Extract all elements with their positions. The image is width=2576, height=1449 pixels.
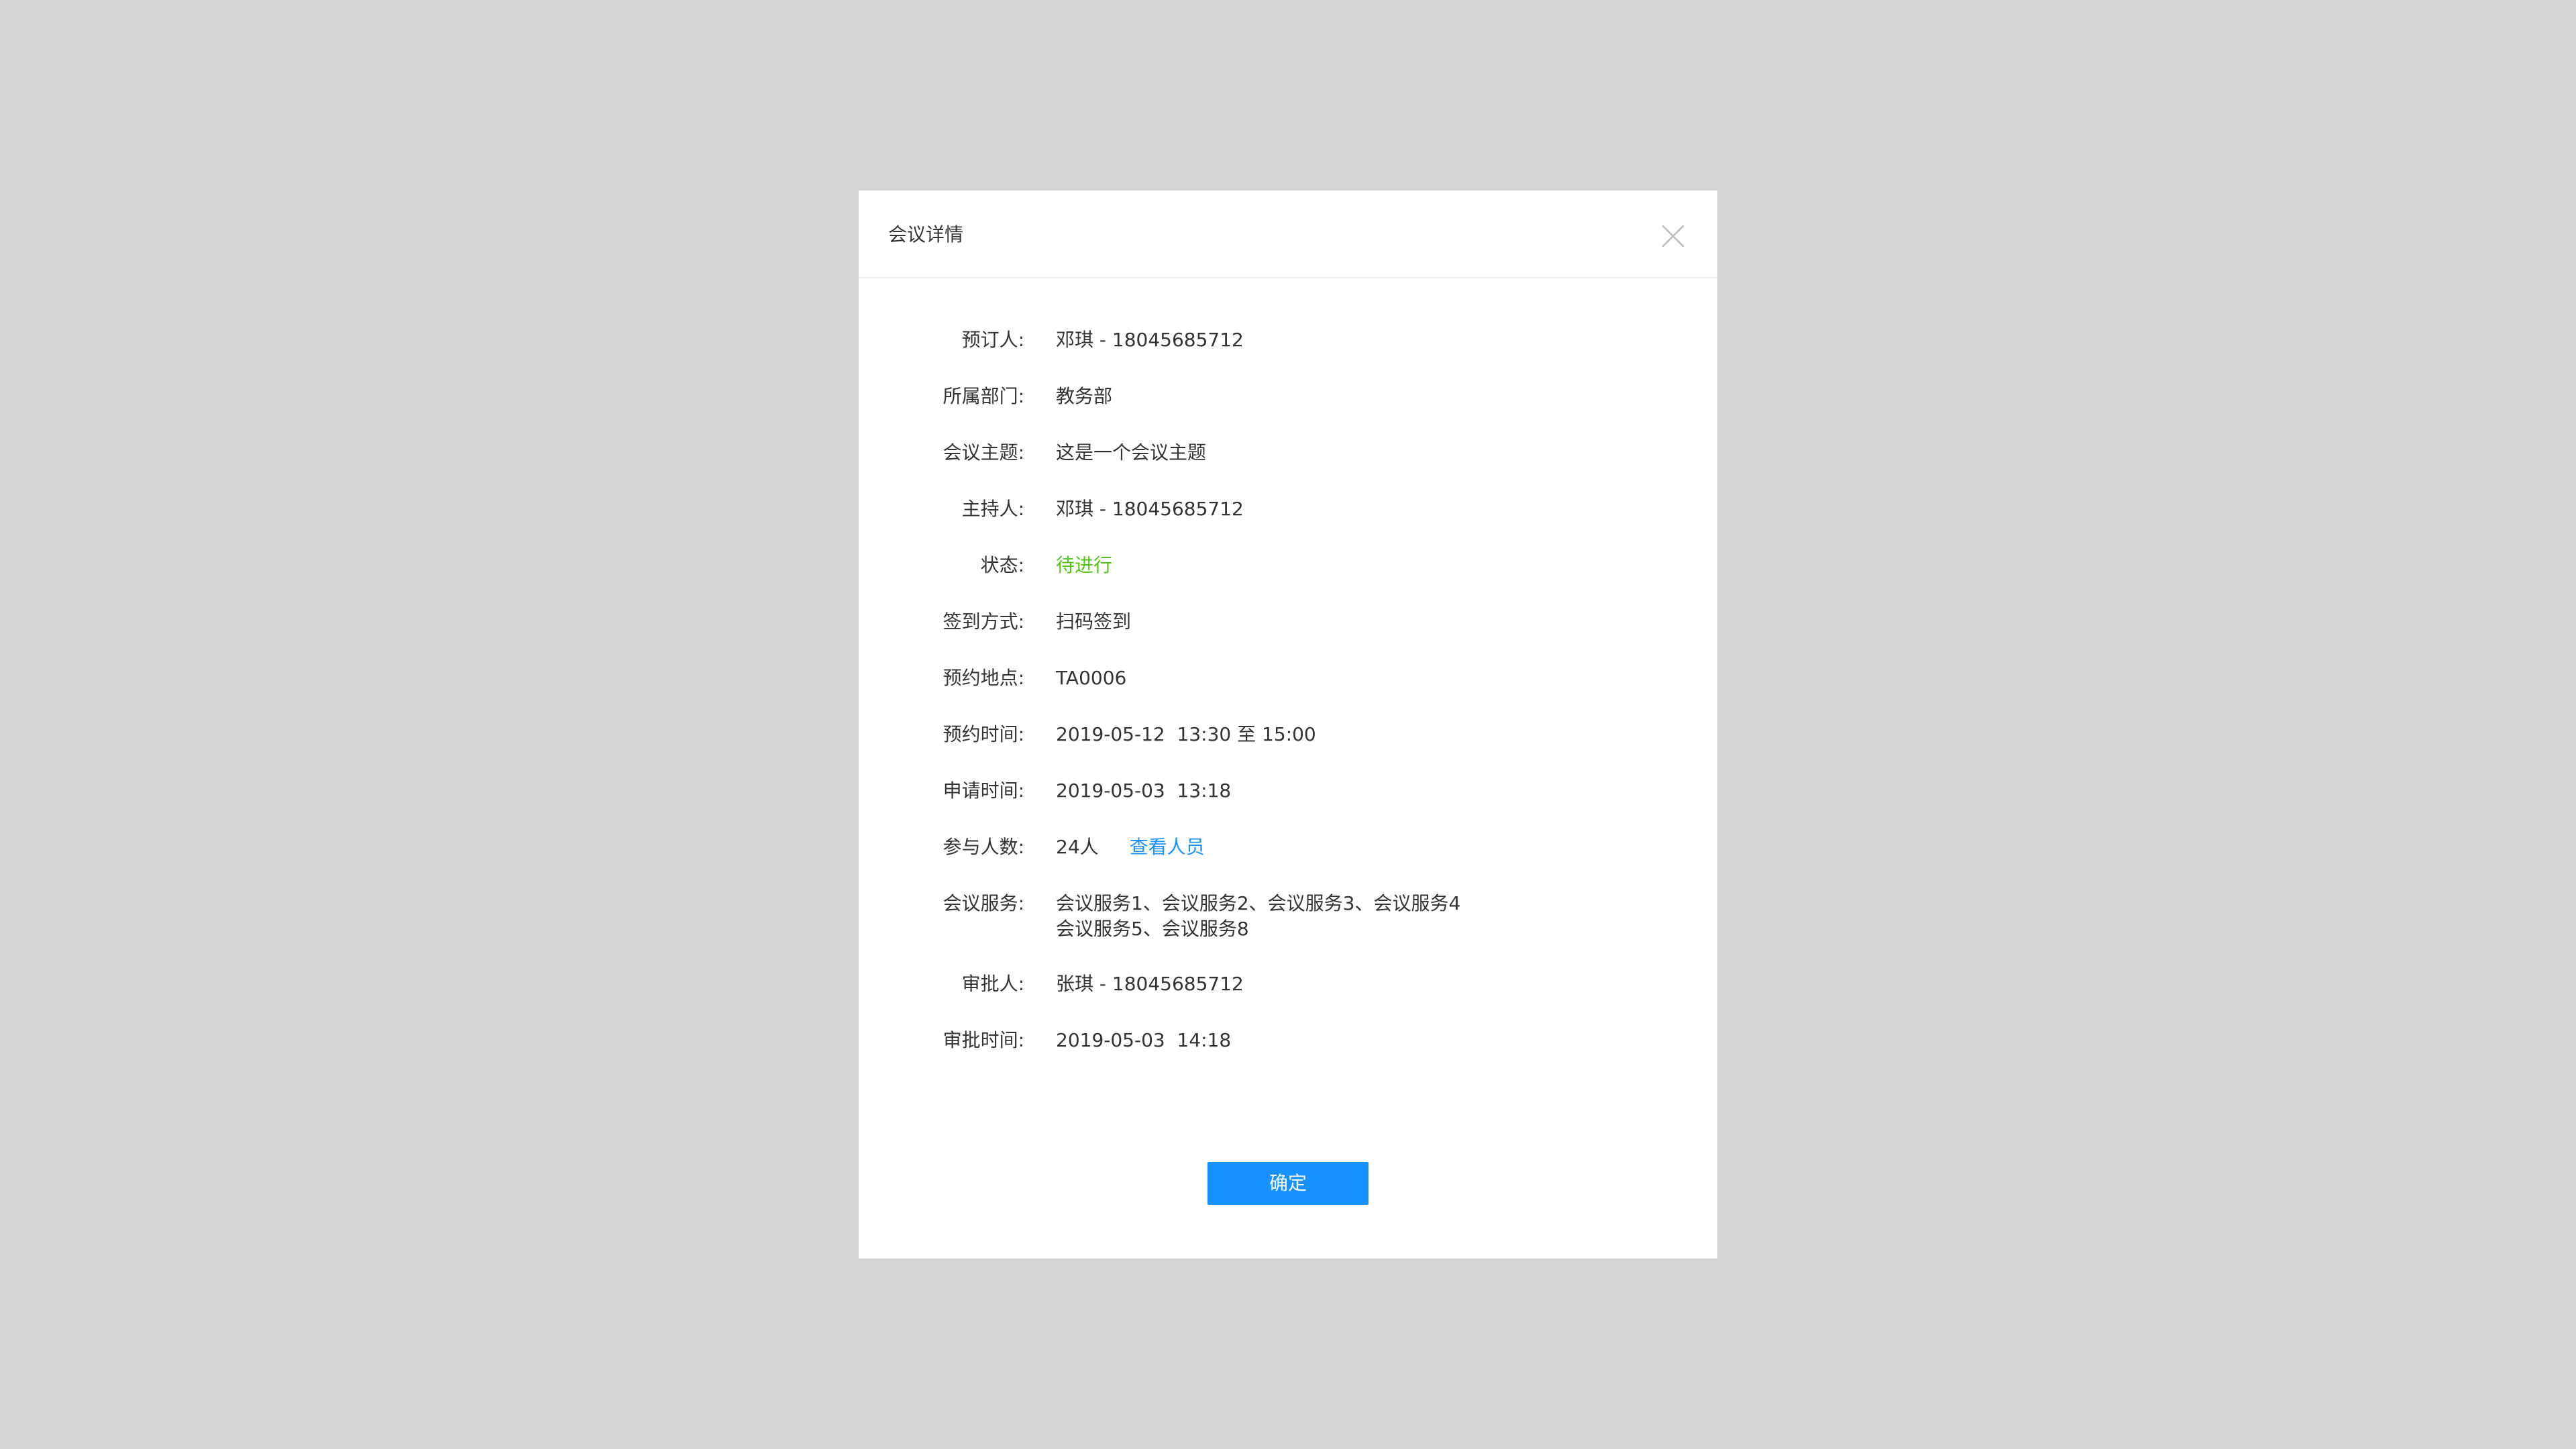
dialog-title: 会议详情 bbox=[888, 223, 964, 246]
approver-value: 张琪 - 18045685712 bbox=[1056, 973, 1244, 995]
participants-count: 24人 bbox=[1056, 836, 1099, 858]
checkin-label: 签到方式: bbox=[943, 610, 1024, 633]
confirm-button[interactable]: 确定 bbox=[1208, 1162, 1368, 1205]
apply-time-value: 2019-05-03 13:18 bbox=[1056, 780, 1232, 802]
approve-time-label: 审批时间: bbox=[943, 1029, 1024, 1051]
services-label: 会议服务: bbox=[943, 892, 1024, 914]
topic-label: 会议主题: bbox=[943, 441, 1024, 464]
status-badge: 待进行 bbox=[1056, 554, 1113, 576]
meeting-detail-dialog: 会议详情 预订人: 邓琪 - 18045685712 所属部门: 教务部 会议主… bbox=[859, 191, 1717, 1258]
booking-time-label: 预约时间: bbox=[943, 723, 1024, 745]
booking-time-value: 2019-05-12 13:30 至 15:00 bbox=[1056, 723, 1316, 745]
services-line: 会议服务1、会议服务2、会议服务3、会议服务4 bbox=[1056, 892, 1461, 914]
dialog-header: 会议详情 bbox=[859, 191, 1717, 278]
apply-time-label: 申请时间: bbox=[943, 780, 1024, 802]
department-label: 所属部门: bbox=[943, 385, 1024, 407]
booker-value: 邓琪 - 18045685712 bbox=[1056, 329, 1244, 351]
topic-value: 这是一个会议主题 bbox=[1056, 441, 1207, 464]
location-label: 预约地点: bbox=[943, 667, 1024, 689]
view-participants-link[interactable]: 查看人员 bbox=[1130, 836, 1205, 858]
location-value: TA0006 bbox=[1056, 667, 1127, 689]
department-value: 教务部 bbox=[1056, 385, 1113, 407]
approve-time-value: 2019-05-03 14:18 bbox=[1056, 1029, 1232, 1051]
services-line: 会议服务5、会议服务8 bbox=[1056, 918, 1249, 940]
status-label: 状态: bbox=[980, 554, 1024, 576]
booker-label: 预订人: bbox=[961, 329, 1024, 351]
host-label: 主持人: bbox=[961, 498, 1024, 520]
checkin-value: 扫码签到 bbox=[1056, 610, 1132, 633]
close-icon[interactable] bbox=[1657, 220, 1689, 252]
services-value: 会议服务1、会议服务2、会议服务3、会议服务4 会议服务5、会议服务8 bbox=[1056, 891, 1460, 942]
participants-value: 24人 查看人员 bbox=[1056, 835, 1205, 860]
participants-label: 参与人数: bbox=[943, 836, 1024, 858]
host-value: 邓琪 - 18045685712 bbox=[1056, 498, 1244, 520]
approver-label: 审批人: bbox=[961, 973, 1024, 995]
